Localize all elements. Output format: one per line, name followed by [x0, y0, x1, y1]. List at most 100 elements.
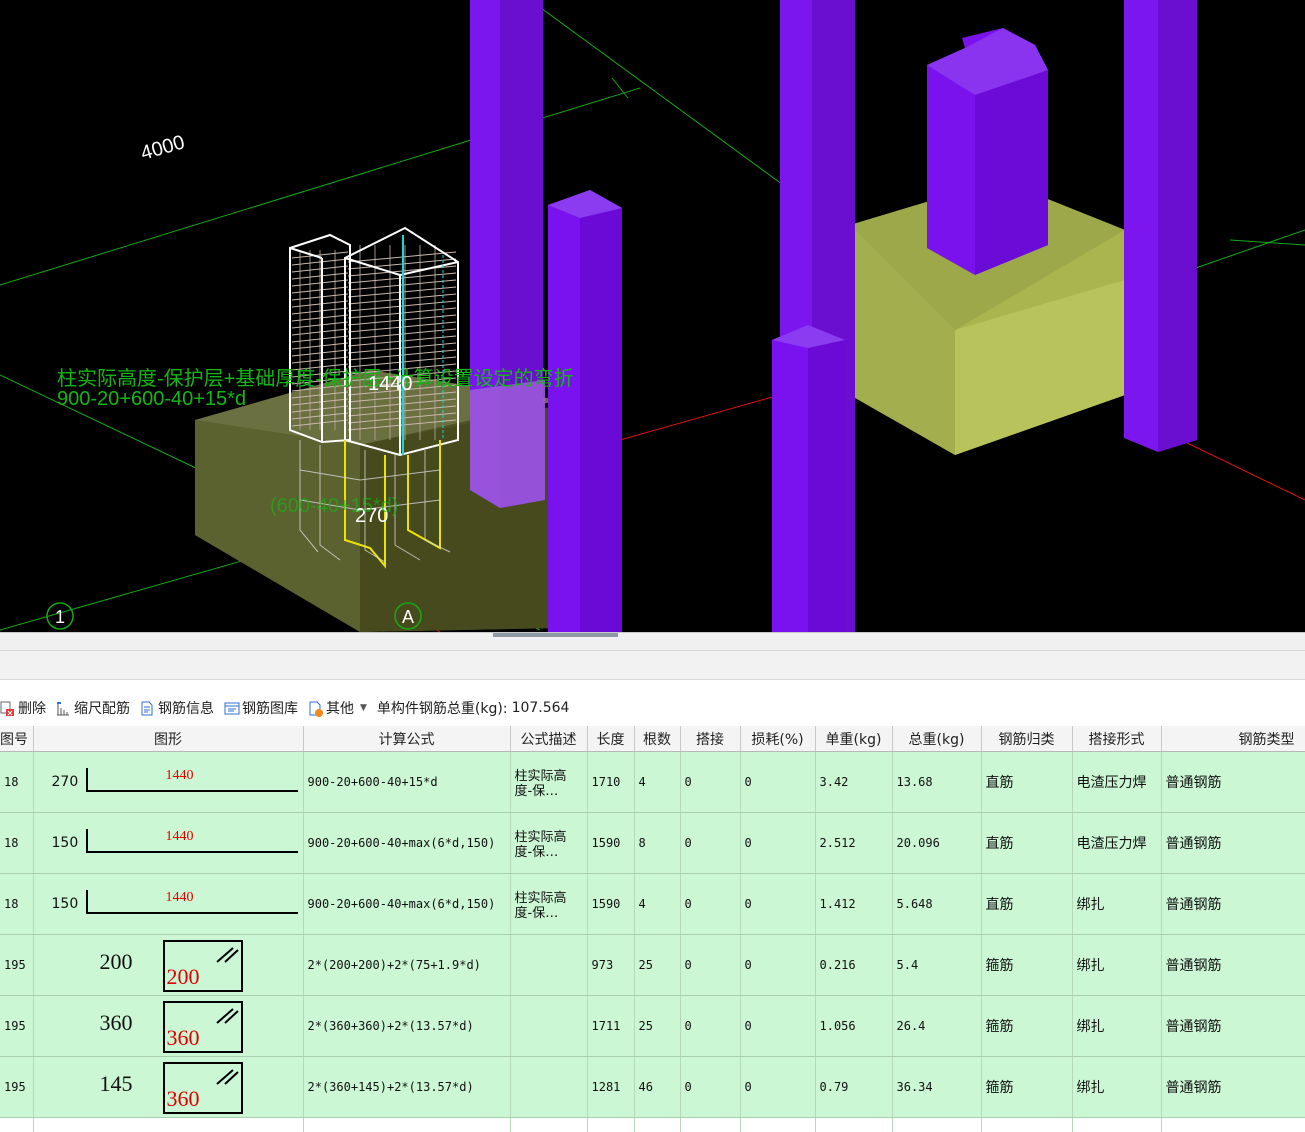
- fig-no-cell[interactable]: 18: [0, 874, 33, 935]
- shape-cell[interactable]: 1501440: [33, 813, 303, 874]
- fig-no-cell[interactable]: 18: [0, 813, 33, 874]
- shape-cell[interactable]: 1501440: [33, 874, 303, 935]
- total-weight-cell[interactable]: 5.648: [892, 874, 981, 935]
- total-weight-cell[interactable]: 26.4: [892, 996, 981, 1057]
- lap-type-cell[interactable]: 绑扎: [1072, 874, 1161, 935]
- empty-cell[interactable]: [0, 1118, 33, 1132]
- total-weight-cell[interactable]: 20.096: [892, 813, 981, 874]
- formula-desc-cell[interactable]: [510, 996, 587, 1057]
- total-weight-cell[interactable]: 36.34: [892, 1057, 981, 1118]
- col-header-shape[interactable]: 图形: [33, 726, 303, 752]
- empty-cell[interactable]: [892, 1118, 981, 1132]
- col-header-loss[interactable]: 损耗(%): [740, 726, 815, 752]
- lap-type-cell[interactable]: 电渣压力焊: [1072, 752, 1161, 813]
- total-weight-cell[interactable]: 5.4: [892, 935, 981, 996]
- count-cell[interactable]: 46: [634, 1057, 680, 1118]
- count-cell[interactable]: 4: [634, 752, 680, 813]
- table-row[interactable]: 1952002002*(200+200)+2*(75+1.9*d)9732500…: [0, 935, 1305, 996]
- lap-type-cell[interactable]: 电渣压力焊: [1072, 813, 1161, 874]
- fig-no-cell[interactable]: 195: [0, 935, 33, 996]
- loss-cell[interactable]: 0: [740, 1057, 815, 1118]
- loss-cell[interactable]: 0: [740, 752, 815, 813]
- count-cell[interactable]: 25: [634, 935, 680, 996]
- col-header-total-weight[interactable]: 总重(kg): [892, 726, 981, 752]
- empty-cell[interactable]: [815, 1118, 892, 1132]
- lap-cell[interactable]: 0: [680, 1057, 740, 1118]
- lap-cell[interactable]: 0: [680, 935, 740, 996]
- formula-cell[interactable]: 2*(360+360)+2*(13.57*d): [303, 996, 510, 1057]
- viewport-canvas[interactable]: 4000 柱实际高度-保护层+基础厚度-保护层+计算设置设定的弯折 900-20…: [0, 0, 1305, 632]
- formula-desc-cell[interactable]: [510, 1057, 587, 1118]
- loss-cell[interactable]: 0: [740, 874, 815, 935]
- col-header-rebar-type[interactable]: 钢筋类型: [1161, 726, 1305, 752]
- rebar-type-cell[interactable]: 普通钢筋: [1161, 1057, 1305, 1118]
- formula-cell[interactable]: 2*(360+145)+2*(13.57*d): [303, 1057, 510, 1118]
- unit-weight-cell[interactable]: 0.216: [815, 935, 892, 996]
- empty-cell[interactable]: [740, 1118, 815, 1132]
- lap-cell[interactable]: 0: [680, 874, 740, 935]
- rebar-info-button[interactable]: 钢筋信息: [140, 698, 214, 718]
- splitter-grip[interactable]: [493, 633, 618, 637]
- total-weight-cell[interactable]: 13.68: [892, 752, 981, 813]
- count-cell[interactable]: 4: [634, 874, 680, 935]
- column-5[interactable]: [927, 28, 1048, 275]
- empty-cell[interactable]: [680, 1118, 740, 1132]
- length-cell[interactable]: 1590: [587, 813, 634, 874]
- loss-cell[interactable]: 0: [740, 935, 815, 996]
- lap-cell[interactable]: 0: [680, 996, 740, 1057]
- unit-weight-cell[interactable]: 0.79: [815, 1057, 892, 1118]
- length-cell[interactable]: 1590: [587, 874, 634, 935]
- empty-cell[interactable]: [587, 1118, 634, 1132]
- unit-weight-cell[interactable]: 1.056: [815, 996, 892, 1057]
- column-2[interactable]: [548, 190, 622, 632]
- rebar-type-cell[interactable]: 普通钢筋: [1161, 813, 1305, 874]
- shape-cell[interactable]: 360360: [33, 996, 303, 1057]
- column-4[interactable]: [772, 325, 845, 632]
- formula-desc-cell[interactable]: [510, 935, 587, 996]
- category-cell[interactable]: 直筋: [981, 813, 1072, 874]
- table-row[interactable]: 181501440900-20+600-40+max(6*d,150)柱实际高度…: [0, 813, 1305, 874]
- col-header-unit-weight[interactable]: 单重(kg): [815, 726, 892, 752]
- formula-cell[interactable]: 2*(200+200)+2*(75+1.9*d): [303, 935, 510, 996]
- shape-cell[interactable]: 2701440: [33, 752, 303, 813]
- table-row[interactable]: 181501440900-20+600-40+max(6*d,150)柱实际高度…: [0, 874, 1305, 935]
- axis-marker-1[interactable]: 1: [47, 603, 73, 629]
- formula-cell[interactable]: 900-20+600-40+max(6*d,150): [303, 813, 510, 874]
- lap-type-cell[interactable]: 绑扎: [1072, 1057, 1161, 1118]
- fig-no-cell[interactable]: 195: [0, 996, 33, 1057]
- count-cell[interactable]: 25: [634, 996, 680, 1057]
- formula-desc-cell[interactable]: 柱实际高度-保…: [510, 874, 587, 935]
- formula-cell[interactable]: 900-20+600-40+15*d: [303, 752, 510, 813]
- rebar-type-cell[interactable]: 普通钢筋: [1161, 874, 1305, 935]
- unit-weight-cell[interactable]: 2.512: [815, 813, 892, 874]
- table-row[interactable]: 1953603602*(360+360)+2*(13.57*d)17112500…: [0, 996, 1305, 1057]
- col-header-fig-no[interactable]: 图号: [0, 726, 33, 752]
- lap-type-cell[interactable]: 绑扎: [1072, 935, 1161, 996]
- count-cell[interactable]: 8: [634, 813, 680, 874]
- shape-cell[interactable]: 145360: [33, 1057, 303, 1118]
- other-dropdown[interactable]: 其他 ▼: [308, 698, 367, 718]
- length-cell[interactable]: 1281: [587, 1057, 634, 1118]
- category-cell[interactable]: 箍筋: [981, 1057, 1072, 1118]
- column-1[interactable]: [470, 0, 545, 508]
- col-header-formula[interactable]: 计算公式: [303, 726, 510, 752]
- unit-weight-cell[interactable]: 1.412: [815, 874, 892, 935]
- empty-table-row[interactable]: [0, 1118, 1305, 1132]
- table-row[interactable]: 1951453602*(360+145)+2*(13.57*d)12814600…: [0, 1057, 1305, 1118]
- rebar-gallery-button[interactable]: 钢筋图库: [224, 698, 298, 718]
- col-header-length[interactable]: 长度: [587, 726, 634, 752]
- shape-cell[interactable]: 200200: [33, 935, 303, 996]
- table-row[interactable]: 182701440900-20+600-40+15*d柱实际高度-保…17104…: [0, 752, 1305, 813]
- formula-desc-cell[interactable]: 柱实际高度-保…: [510, 813, 587, 874]
- empty-cell[interactable]: [1161, 1118, 1305, 1132]
- length-cell[interactable]: 1710: [587, 752, 634, 813]
- length-cell[interactable]: 973: [587, 935, 634, 996]
- delete-button[interactable]: 删除: [0, 698, 46, 718]
- col-header-category[interactable]: 钢筋归类: [981, 726, 1072, 752]
- lap-cell[interactable]: 0: [680, 813, 740, 874]
- category-cell[interactable]: 箍筋: [981, 996, 1072, 1057]
- length-cell[interactable]: 1711: [587, 996, 634, 1057]
- lap-cell[interactable]: 0: [680, 752, 740, 813]
- category-cell[interactable]: 箍筋: [981, 935, 1072, 996]
- empty-cell[interactable]: [303, 1118, 510, 1132]
